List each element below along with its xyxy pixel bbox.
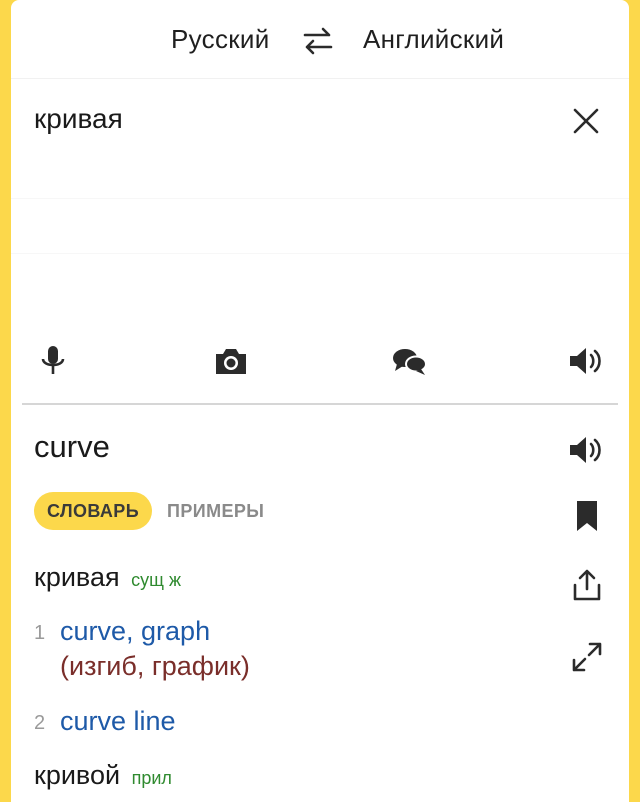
translator-card: Русский Английский кривая curve СЛОВАРЬ … xyxy=(11,0,629,802)
sense-note: (изгиб, график) xyxy=(60,651,250,681)
tab-dictionary[interactable]: СЛОВАРЬ xyxy=(34,492,153,530)
sense-number: 2 xyxy=(34,712,46,734)
sense-translation-link[interactable]: curve, graph xyxy=(60,616,210,647)
headword: кривой xyxy=(34,760,121,790)
microphone-icon[interactable] xyxy=(33,342,73,380)
bookmark-icon[interactable] xyxy=(574,499,600,533)
language-bar: Русский Английский xyxy=(11,0,629,79)
translation-result: curve xyxy=(34,429,110,464)
input-area-divider xyxy=(11,198,629,199)
input-area-divider xyxy=(11,253,629,254)
dictionary-entry-headword: кривой прил xyxy=(34,760,172,791)
share-icon[interactable] xyxy=(570,567,604,603)
expand-icon[interactable] xyxy=(570,640,604,674)
chat-icon[interactable] xyxy=(389,342,429,380)
sense-number: 1 xyxy=(34,622,46,644)
headword: кривая xyxy=(34,562,120,592)
dictionary-entry-headword: кривая сущ ж xyxy=(34,562,181,593)
source-language-button[interactable]: Русский xyxy=(171,24,270,55)
close-icon[interactable] xyxy=(571,106,601,136)
camera-icon[interactable] xyxy=(211,342,251,380)
tab-examples[interactable]: ПРИМЕРЫ xyxy=(167,492,264,530)
part-of-speech: прил xyxy=(131,768,172,788)
result-divider xyxy=(22,403,618,405)
source-text-input[interactable]: кривая xyxy=(34,103,123,135)
speaker-icon[interactable] xyxy=(566,431,606,469)
part-of-speech: сущ ж xyxy=(131,570,181,590)
sense-translation-link[interactable]: curve line xyxy=(60,706,176,737)
speaker-icon[interactable] xyxy=(566,342,606,380)
target-language-button[interactable]: Английский xyxy=(363,24,504,55)
swap-languages-icon[interactable] xyxy=(301,26,335,56)
